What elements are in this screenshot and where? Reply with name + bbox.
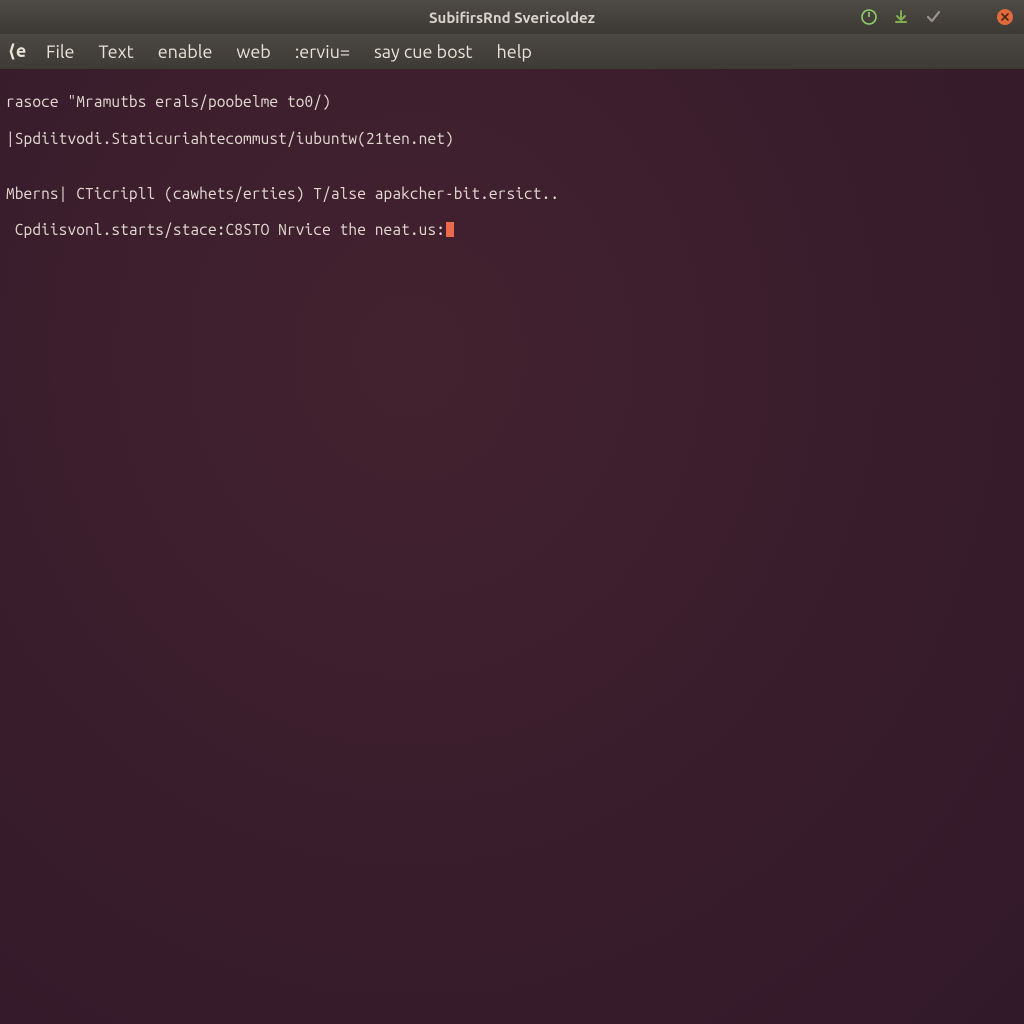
menu-help[interactable]: help <box>487 38 542 66</box>
menu-text[interactable]: Text <box>89 38 144 66</box>
tray-area <box>860 0 1014 34</box>
menu-service[interactable]: :erviu= <box>285 38 360 66</box>
power-icon[interactable] <box>860 8 878 26</box>
terminal-line: Mberns| CTicripll (cawhets/erties) T/als… <box>6 185 1018 203</box>
window-control-glyph[interactable]: ⟨e <box>6 41 28 63</box>
terminal-line: |Spdiitvodi.Staticuriahtecommust/iubuntw… <box>6 130 1018 148</box>
download-icon[interactable] <box>892 8 910 26</box>
terminal-line-text: Cpdiisvonl.starts/stace:C8STO Nrvice the… <box>6 221 445 238</box>
check-icon[interactable] <box>924 8 942 26</box>
menu-say[interactable]: say cue bost <box>364 38 483 66</box>
terminal-line-with-cursor: Cpdiisvonl.starts/stace:C8STO Nrvice the… <box>6 221 1018 239</box>
terminal-cursor <box>446 222 454 237</box>
close-icon[interactable] <box>996 8 1014 26</box>
menu-file[interactable]: File <box>36 38 85 66</box>
menu-web[interactable]: web <box>226 38 280 66</box>
terminal-output[interactable]: rasoce "Mramutbs erals/poobelme to0/) |S… <box>0 69 1024 1024</box>
window-titlebar: SubifirsRnd Svericoldez <box>0 0 1024 34</box>
terminal-line: rasoce "Mramutbs erals/poobelme to0/) <box>6 93 1018 111</box>
menubar: ⟨e File Text enable web :erviu= say cue … <box>0 34 1024 70</box>
menu-enable[interactable]: enable <box>148 38 223 66</box>
